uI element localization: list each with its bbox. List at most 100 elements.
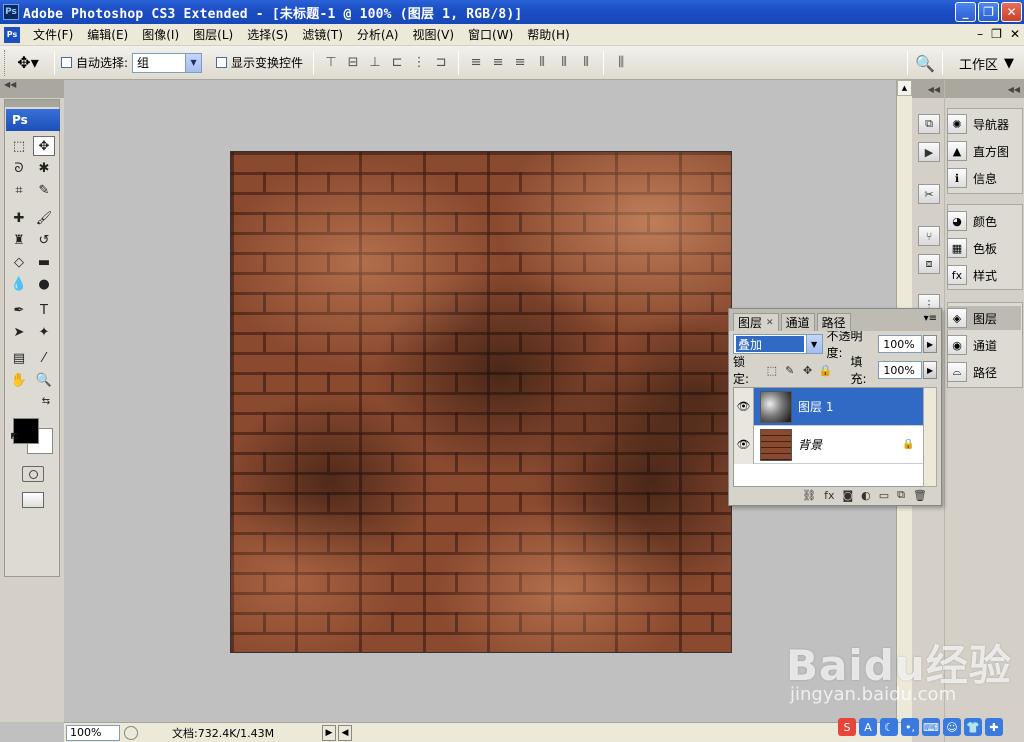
- menu-select[interactable]: 选择(S): [240, 26, 295, 43]
- align-hcenter-icon[interactable]: ⋮: [410, 54, 428, 72]
- scroll-left-icon[interactable]: ◀: [338, 724, 352, 741]
- crop-tool-icon[interactable]: ⌗: [8, 180, 30, 200]
- slice-tool-icon[interactable]: ✎: [33, 180, 55, 200]
- notes-tool-icon[interactable]: ▤: [8, 348, 30, 368]
- lock-position-icon[interactable]: ✥: [801, 363, 815, 377]
- default-colors-icon[interactable]: ◩: [9, 430, 19, 440]
- move-tool-preset-icon[interactable]: ✥▾: [8, 50, 48, 76]
- minimize-button[interactable]: _: [955, 2, 976, 22]
- toolbox-collapse-icon[interactable]: ◀◀: [0, 80, 64, 98]
- layer-mask-icon[interactable]: ◙: [842, 489, 853, 502]
- blur-tool-icon[interactable]: 💧: [8, 274, 30, 294]
- panel-swatches[interactable]: ▦ 色板: [947, 236, 1021, 260]
- panel-histogram[interactable]: ▲ 直方图: [947, 139, 1021, 163]
- eraser-tool-icon[interactable]: ◇: [8, 252, 30, 272]
- close-button[interactable]: ✕: [1001, 2, 1022, 22]
- tab-layers[interactable]: 图层 ✕: [733, 313, 779, 331]
- tab-paths[interactable]: 路径: [816, 313, 851, 331]
- hand-tool-icon[interactable]: ✋: [8, 370, 30, 390]
- sogou-ime-icon[interactable]: S: [838, 718, 856, 736]
- panel-menu-icon[interactable]: ▾≡: [924, 313, 937, 324]
- gradient-tool-icon[interactable]: ▬: [33, 252, 55, 272]
- link-layers-icon[interactable]: ⛓: [802, 489, 816, 502]
- adjustment-layer-icon[interactable]: ◐: [861, 489, 871, 502]
- ime-moon-icon[interactable]: ☾: [880, 718, 898, 736]
- close-tab-icon[interactable]: ✕: [766, 318, 774, 328]
- fill-field[interactable]: 100%: [878, 361, 923, 379]
- layer-row[interactable]: 👁 图层 1: [734, 387, 924, 426]
- auto-select-checkbox[interactable]: [61, 57, 72, 68]
- menu-layer[interactable]: 图层(L): [186, 26, 240, 43]
- distribute-top-icon[interactable]: ≡: [467, 54, 485, 72]
- clone-source-icon[interactable]: ⧈: [918, 254, 940, 274]
- auto-select-dropdown[interactable]: 组 ▼: [132, 52, 203, 73]
- eyedropper-tool-icon[interactable]: ⁄: [33, 348, 55, 368]
- opacity-slider-arrow-icon[interactable]: ▶: [923, 335, 938, 353]
- ime-skin-icon[interactable]: 👕: [964, 718, 982, 736]
- visibility-eye-icon[interactable]: 👁: [734, 425, 754, 464]
- panel-info[interactable]: ℹ 信息: [947, 166, 1021, 190]
- new-layer-icon[interactable]: ⧉: [897, 488, 905, 502]
- distribute-bottom-icon[interactable]: ≡: [511, 54, 529, 72]
- ime-punct-icon[interactable]: •,: [901, 718, 919, 736]
- delete-layer-icon[interactable]: 🗑: [913, 489, 927, 502]
- distribute-hcenter-icon[interactable]: ⦀: [555, 54, 573, 72]
- ime-mode-icon[interactable]: A: [859, 718, 877, 736]
- layer-style-icon[interactable]: fx: [824, 489, 834, 502]
- scroll-up-icon[interactable]: ▲: [897, 80, 912, 96]
- panel-layers[interactable]: ◈ 图层: [947, 306, 1021, 330]
- pen-tool-icon[interactable]: ✒: [8, 300, 30, 320]
- panel-styles[interactable]: fx 样式: [947, 263, 1021, 287]
- path-selection-tool-icon[interactable]: ➤: [8, 322, 30, 342]
- shape-tool-icon[interactable]: ✦: [33, 322, 55, 342]
- menu-help[interactable]: 帮助(H): [520, 26, 576, 43]
- brushes-panel-icon[interactable]: ⑂: [918, 226, 940, 246]
- restore-button[interactable]: ❐: [978, 2, 999, 22]
- screen-mode-button[interactable]: [22, 492, 44, 508]
- history-panel-icon[interactable]: ⧉: [918, 114, 940, 134]
- doc-minimize-icon[interactable]: –: [977, 27, 983, 41]
- type-tool-icon[interactable]: T: [33, 300, 55, 320]
- magic-wand-tool-icon[interactable]: ✱: [33, 158, 55, 178]
- layer-row[interactable]: 👁 背景 🔒: [734, 425, 924, 464]
- align-left-icon[interactable]: ⊏: [388, 54, 406, 72]
- zoom-field[interactable]: 100%: [66, 724, 120, 741]
- doc-close-icon[interactable]: ✕: [1010, 27, 1020, 41]
- auto-align-icon[interactable]: ⫼: [612, 54, 630, 72]
- menu-window[interactable]: 窗口(W): [461, 26, 520, 43]
- panel-channels[interactable]: ◉ 通道: [947, 333, 1021, 357]
- lock-image-icon[interactable]: ✎: [783, 363, 797, 377]
- menu-analysis[interactable]: 分析(A): [350, 26, 406, 43]
- menu-filter[interactable]: 滤镜(T): [295, 26, 350, 43]
- tab-channels[interactable]: 通道: [780, 313, 815, 331]
- distribute-right-icon[interactable]: ⦀: [577, 54, 595, 72]
- menu-file[interactable]: 文件(F): [26, 26, 80, 43]
- bridge-icon[interactable]: 🔍: [915, 54, 935, 73]
- distribute-left-icon[interactable]: ⦀: [533, 54, 551, 72]
- dock-collapse-icon[interactable]: ◀◀: [912, 80, 944, 98]
- tool-presets-icon[interactable]: ✂: [918, 184, 940, 204]
- status-menu-arrow-icon[interactable]: ▶: [322, 724, 336, 741]
- menu-edit[interactable]: 编辑(E): [80, 26, 135, 43]
- move-tool-icon[interactable]: ✥: [33, 136, 55, 156]
- show-transform-checkbox[interactable]: [216, 57, 228, 68]
- lock-all-icon[interactable]: 🔒: [819, 363, 833, 377]
- status-info-icon[interactable]: [124, 725, 138, 740]
- doc-restore-icon[interactable]: ❐: [991, 27, 1002, 41]
- panel-dock-collapse-icon[interactable]: ◀◀: [945, 80, 1024, 98]
- panel-navigator[interactable]: ✺ 导航器: [947, 112, 1021, 136]
- fill-slider-arrow-icon[interactable]: ▶: [923, 361, 938, 379]
- healing-brush-tool-icon[interactable]: ✚: [8, 208, 30, 228]
- document-canvas[interactable]: [230, 151, 732, 653]
- align-vcenter-icon[interactable]: ⊟: [344, 54, 362, 72]
- marquee-tool-icon[interactable]: ⬚: [8, 136, 30, 156]
- opacity-field[interactable]: 100%: [878, 335, 923, 353]
- menu-image[interactable]: 图像(I): [135, 26, 186, 43]
- brush-tool-icon[interactable]: 🖌: [33, 208, 55, 228]
- zoom-tool-icon[interactable]: 🔍: [33, 370, 55, 390]
- blend-mode-dropdown[interactable]: 叠加 ▼: [733, 334, 823, 354]
- visibility-eye-icon[interactable]: 👁: [734, 387, 754, 426]
- panel-paths[interactable]: ⌓ 路径: [947, 360, 1021, 384]
- panel-color[interactable]: ◕ 颜色: [947, 209, 1021, 233]
- ime-user-icon[interactable]: ☺: [943, 718, 961, 736]
